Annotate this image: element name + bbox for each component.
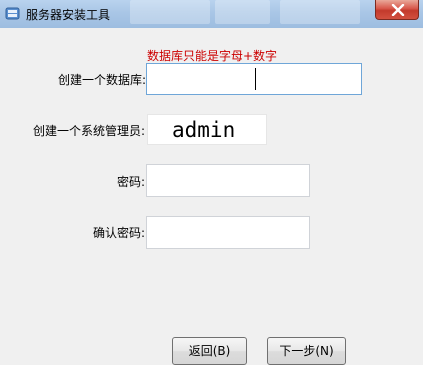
window-title: 服务器安装工具 (26, 8, 111, 22)
title-bar[interactable]: 服务器安装工具 (0, 0, 423, 29)
sysadmin-name-field: admin (147, 114, 267, 145)
close-button[interactable] (375, 0, 419, 20)
db-name-label: 创建一个数据库: (57, 73, 146, 87)
confirm-password-input[interactable] (146, 216, 310, 249)
background-window-ghost (280, 0, 360, 24)
background-window-ghost (215, 0, 270, 24)
close-icon (391, 4, 405, 16)
next-button[interactable]: 下一步(N) (267, 337, 346, 365)
confirm-password-label: 确认密码: (92, 226, 145, 240)
back-button[interactable]: 返回(B) (172, 337, 247, 365)
text-caret (255, 68, 256, 90)
db-name-input[interactable] (146, 63, 362, 95)
sysadmin-label: 创建一个系统管理员: (32, 124, 145, 138)
background-window-ghost (130, 0, 210, 24)
app-icon (5, 7, 20, 20)
password-label: 密码: (116, 175, 145, 189)
password-input[interactable] (146, 164, 310, 197)
db-name-hint: 数据库只能是字母+数字 (147, 49, 278, 63)
